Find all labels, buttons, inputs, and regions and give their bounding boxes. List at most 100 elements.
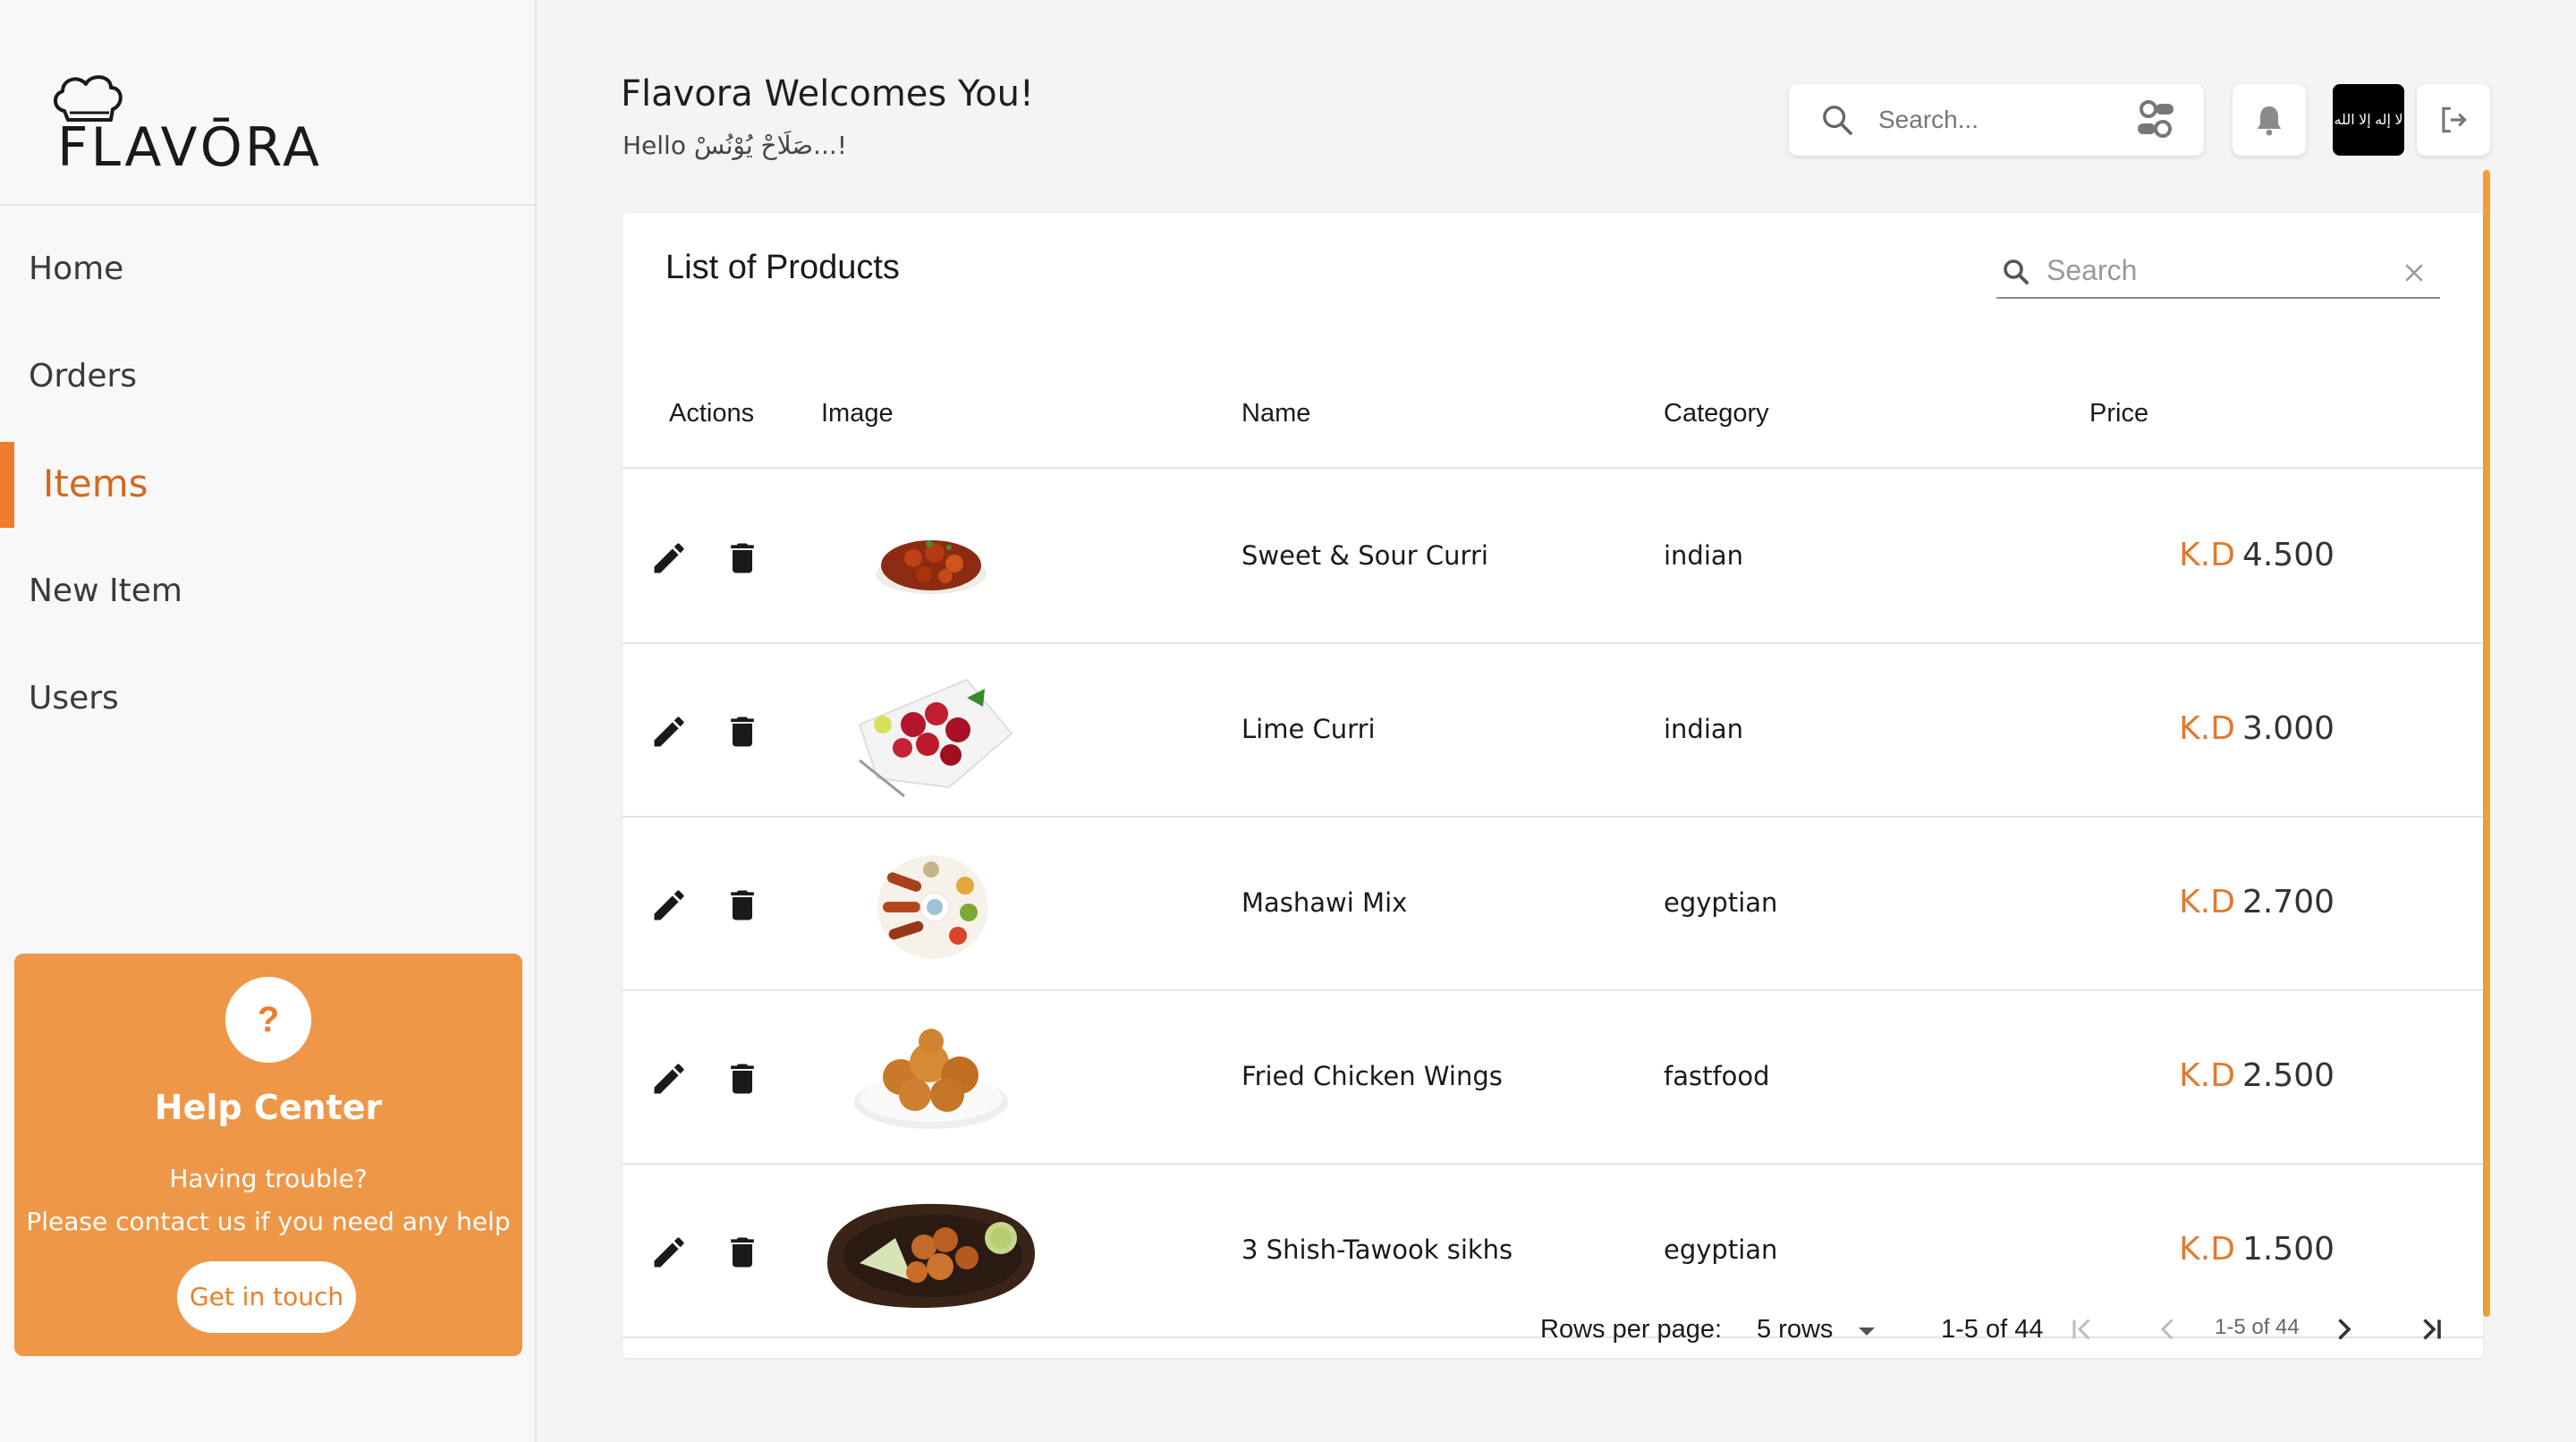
products-search[interactable] <box>1996 245 2440 299</box>
product-name: Lime Curri <box>1241 714 1376 744</box>
sidebar-divider <box>0 204 537 206</box>
get-in-touch-button[interactable]: Get in touch <box>177 1261 356 1333</box>
sidebar-item-new-item[interactable]: New Item <box>0 537 537 644</box>
rows-per-page-value: 5 rows <box>1757 1315 1834 1344</box>
help-title: Help Center <box>154 1088 383 1127</box>
price-value: 1.500 <box>2241 1231 2334 1268</box>
sidebar-item-orders[interactable]: Orders <box>0 322 537 429</box>
previous-page-icon[interactable] <box>2152 1313 2184 1345</box>
product-category: fastfood <box>1664 1061 1770 1091</box>
products-title: List of Products <box>665 249 900 286</box>
sidebar-item-home[interactable]: Home <box>0 215 537 322</box>
product-name: Sweet & Sour Curri <box>1241 540 1488 571</box>
page-title: Flavora Welcomes You! <box>621 73 1034 115</box>
sidebar-nav: Home Orders Items New Item Users <box>0 215 537 751</box>
clear-search-icon[interactable] <box>2401 259 2428 286</box>
table-header: Actions Image Name Category Price <box>623 356 2483 469</box>
page-range: 1-5 of 44 <box>1941 1315 2044 1344</box>
bell-icon <box>2257 106 2282 136</box>
column-header-image[interactable]: Image <box>821 399 894 428</box>
product-name: Mashawi Mix <box>1241 887 1408 918</box>
price-value: 2.700 <box>2241 884 2334 920</box>
question-icon: ? <box>225 977 311 1063</box>
sidebar-item-users[interactable]: Users <box>0 644 537 751</box>
avatar-text: لا إله إلا الله <box>2334 113 2403 128</box>
product-name: Fried Chicken Wings <box>1241 1061 1503 1091</box>
currency-label: K.D <box>2179 1231 2235 1268</box>
next-page-icon[interactable] <box>2327 1313 2360 1345</box>
currency-label: K.D <box>2179 710 2235 747</box>
column-header-name[interactable]: Name <box>1241 399 1310 428</box>
search-icon <box>1823 106 1852 135</box>
delete-icon[interactable] <box>723 712 762 751</box>
edit-icon[interactable] <box>649 712 689 751</box>
fried-chicken-image <box>854 1029 1008 1129</box>
product-price: K.D 2.500 <box>2179 1057 2334 1094</box>
price-value: 2.500 <box>2241 1057 2334 1094</box>
sidebar-item-label: Home <box>29 250 124 287</box>
sidebar-item-label: Orders <box>29 357 138 394</box>
global-search-input[interactable] <box>1878 100 2111 140</box>
column-header-actions[interactable]: Actions <box>669 399 754 428</box>
product-category: indian <box>1664 714 1744 744</box>
last-page-icon[interactable] <box>2415 1313 2447 1345</box>
help-line-1: Having trouble? <box>169 1164 368 1193</box>
edit-icon[interactable] <box>649 1059 689 1098</box>
column-header-category[interactable]: Category <box>1664 399 1769 428</box>
product-price: K.D 3.000 <box>2179 710 2334 747</box>
chevron-down-icon <box>1859 1327 1875 1336</box>
rows-per-page-label: Rows per page: <box>1540 1315 1723 1344</box>
sidebar-item-label: New Item <box>29 572 182 609</box>
products-search-input[interactable] <box>2046 252 2386 288</box>
table-row: Sweet & Sour Curri indian K.D 4.500 <box>623 471 2483 644</box>
product-price: K.D 4.500 <box>2179 537 2334 573</box>
sidebar-item-label: Items <box>43 461 148 505</box>
help-line-2: Please contact us if you need any help <box>26 1207 511 1236</box>
scrollbar[interactable] <box>2483 170 2490 1317</box>
product-category: egyptian <box>1664 1234 1778 1265</box>
user-greeting: Hello صَلَاحْ يُوْنُسْ...! <box>623 131 848 160</box>
price-value: 3.000 <box>2241 710 2334 747</box>
rows-per-page-select[interactable]: 5 rows <box>1757 1294 1882 1358</box>
logout-button[interactable] <box>2417 84 2490 156</box>
notifications-button[interactable] <box>2233 84 2306 156</box>
delete-icon[interactable] <box>723 1233 762 1272</box>
column-header-price[interactable]: Price <box>2089 399 2148 428</box>
delete-icon[interactable] <box>723 539 762 578</box>
products-card: List of Products Actions Image Name Cate… <box>623 213 2483 1358</box>
price-value: 4.500 <box>2241 537 2334 573</box>
help-center-card: ? Help Center Having trouble? Please con… <box>14 954 522 1356</box>
currency-label: K.D <box>2179 537 2235 573</box>
sidebar: FLAVŌRA Home Orders Items New Item Users… <box>0 0 537 1442</box>
first-page-icon[interactable] <box>2066 1313 2098 1345</box>
product-price: K.D 1.500 <box>2179 1231 2334 1268</box>
page-range-small: 1-5 of 44 <box>2215 1315 2300 1339</box>
global-search[interactable] <box>1789 84 2204 156</box>
product-name: 3 Shish-Tawook sikhs <box>1241 1234 1513 1265</box>
delete-icon[interactable] <box>723 1059 762 1098</box>
curry-dish-image <box>876 540 987 594</box>
currency-label: K.D <box>2179 1057 2235 1094</box>
help-text: Having trouble? Please contact us if you… <box>14 1158 522 1243</box>
edit-icon[interactable] <box>649 886 689 925</box>
brand-logo[interactable]: FLAVŌRA <box>45 70 319 186</box>
sidebar-item-label: Users <box>29 679 119 717</box>
product-category: egyptian <box>1664 887 1778 918</box>
edit-icon[interactable] <box>649 539 689 578</box>
search-icon <box>2004 259 2029 284</box>
table-row: Fried Chicken Wings fastfood K.D 2.500 <box>623 991 2483 1165</box>
logout-icon <box>2442 106 2467 133</box>
avatar[interactable]: لا إله إلا الله <box>2333 84 2404 156</box>
pagination: Rows per page: 5 rows 1-5 of 44 1-5 of 4… <box>623 1294 2483 1358</box>
brand-name: FLAVŌRA <box>57 116 323 179</box>
sidebar-item-items[interactable]: Items <box>0 429 537 537</box>
table-row: Mashawi Mix egyptian K.D 2.700 <box>623 818 2483 991</box>
product-category: indian <box>1664 540 1744 571</box>
red-curry-plate-image <box>858 678 1013 798</box>
delete-icon[interactable] <box>723 886 762 925</box>
table-row: Lime Curri indian K.D 3.000 <box>623 644 2483 818</box>
currency-label: K.D <box>2179 884 2235 920</box>
filter-icon[interactable] <box>2132 97 2179 143</box>
grill-platter-image <box>877 855 988 959</box>
edit-icon[interactable] <box>649 1233 689 1272</box>
